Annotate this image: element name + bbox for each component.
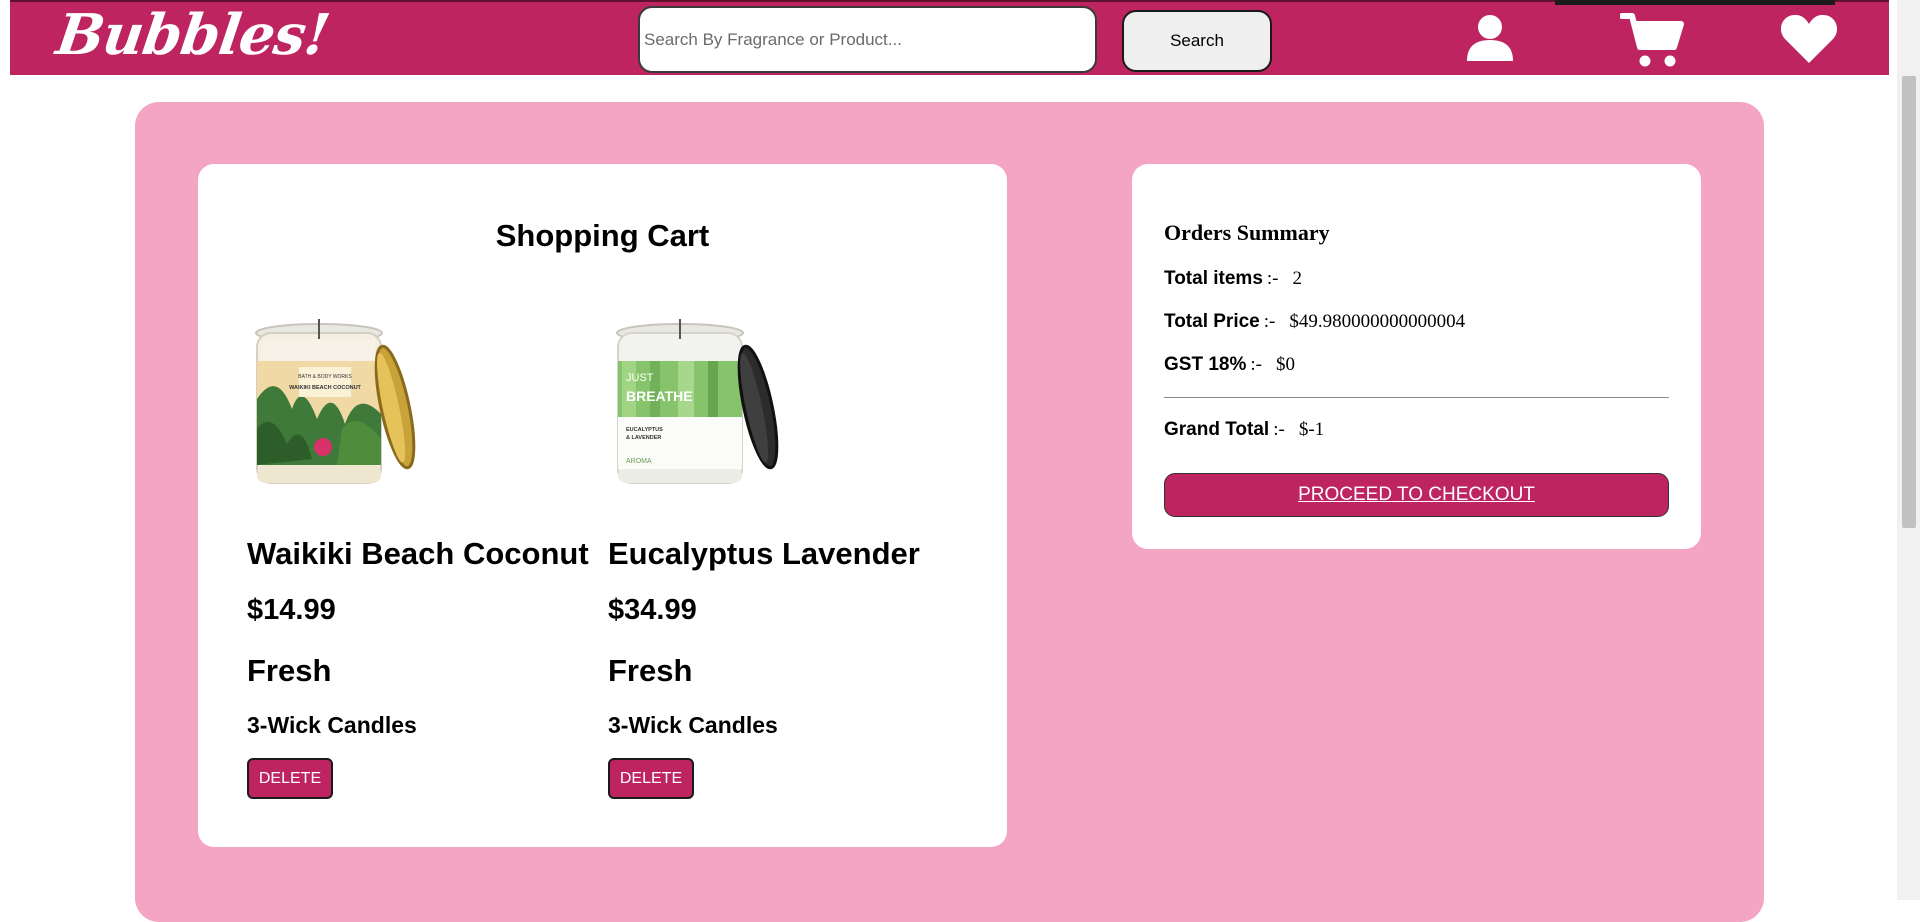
summary-separator: :- (1250, 354, 1262, 375)
summary-separator: :- (1266, 268, 1279, 289)
cart-icon[interactable] (1619, 11, 1684, 74)
summary-value: $-1 (1298, 419, 1325, 440)
product-category: 3-Wick Candles (608, 712, 778, 738)
summary-separator: :- (1263, 311, 1276, 332)
summary-title: Orders Summary (1164, 220, 1330, 245)
summary-value: $49.980000000000004 (1289, 311, 1466, 332)
summary-value: 2 (1292, 268, 1303, 289)
product-name[interactable]: Waikiki Beach Coconut (247, 536, 589, 572)
summary-total-items: Total items:- 2 (1164, 268, 1302, 290)
product-price: $14.99 (247, 594, 336, 626)
proceed-to-checkout-button[interactable]: PROCEED TO CHECKOUT (1164, 473, 1669, 517)
summary-divider (1164, 397, 1669, 398)
candle-label-footer: AROMA (626, 458, 652, 465)
orders-summary-card: Orders Summary Total items:- 2 Total Pric… (1132, 164, 1701, 549)
site-logo[interactable]: Bubbles! (52, 2, 333, 68)
shopping-cart-card: Shopping Cart BATH & BODY WORKS WAIKIKI … (198, 164, 1007, 847)
summary-total-price: Total Price:- $49.980000000000004 (1164, 311, 1465, 333)
candle-label-tag: JUST (626, 372, 654, 384)
product-scent: Fresh (608, 653, 693, 688)
page-scrollbar[interactable] (1897, 0, 1920, 900)
candle-label-name: WAIKIKI BEACH COCONUT (289, 385, 361, 391)
scrollbar-thumb[interactable] (1902, 76, 1916, 528)
delete-button[interactable]: DELETE (608, 758, 694, 799)
candle-label-tag: BREATHE (626, 388, 693, 404)
summary-value: $0 (1275, 354, 1295, 375)
heart-icon[interactable] (1780, 13, 1838, 70)
candle-image: JUST BREATHE EUCALYPTUS & LAVENDER AROMA (608, 309, 793, 494)
product-scent: Fresh (247, 653, 332, 688)
product-category: 3-Wick Candles (247, 712, 417, 738)
tooltip-fragment (1555, 0, 1835, 5)
top-navbar: Bubbles! Search (10, 0, 1889, 75)
user-icon[interactable] (1465, 12, 1515, 67)
product-price: $34.99 (608, 594, 697, 626)
candle-label-name: & LAVENDER (626, 435, 661, 441)
cart-title: Shopping Cart (495, 218, 710, 253)
summary-label: Grand Total (1164, 419, 1270, 440)
product-name[interactable]: Eucalyptus Lavender (608, 536, 920, 572)
candle-label-brand: BATH & BODY WORKS (298, 374, 352, 380)
delete-button[interactable]: DELETE (247, 758, 333, 799)
summary-grand-total: Grand Total:- $-1 (1164, 419, 1324, 441)
summary-label: Total Price (1164, 311, 1260, 332)
summary-separator: :- (1273, 419, 1285, 440)
summary-gst: GST 18%:- $0 (1164, 354, 1295, 376)
candle-label-name: EUCALYPTUS (626, 427, 663, 433)
search-input[interactable] (638, 6, 1097, 73)
summary-label: GST 18% (1164, 354, 1247, 375)
summary-label: Total items (1164, 268, 1263, 289)
candle-image: BATH & BODY WORKS WAIKIKI BEACH COCONUT (247, 309, 432, 494)
search-button[interactable]: Search (1122, 10, 1272, 72)
